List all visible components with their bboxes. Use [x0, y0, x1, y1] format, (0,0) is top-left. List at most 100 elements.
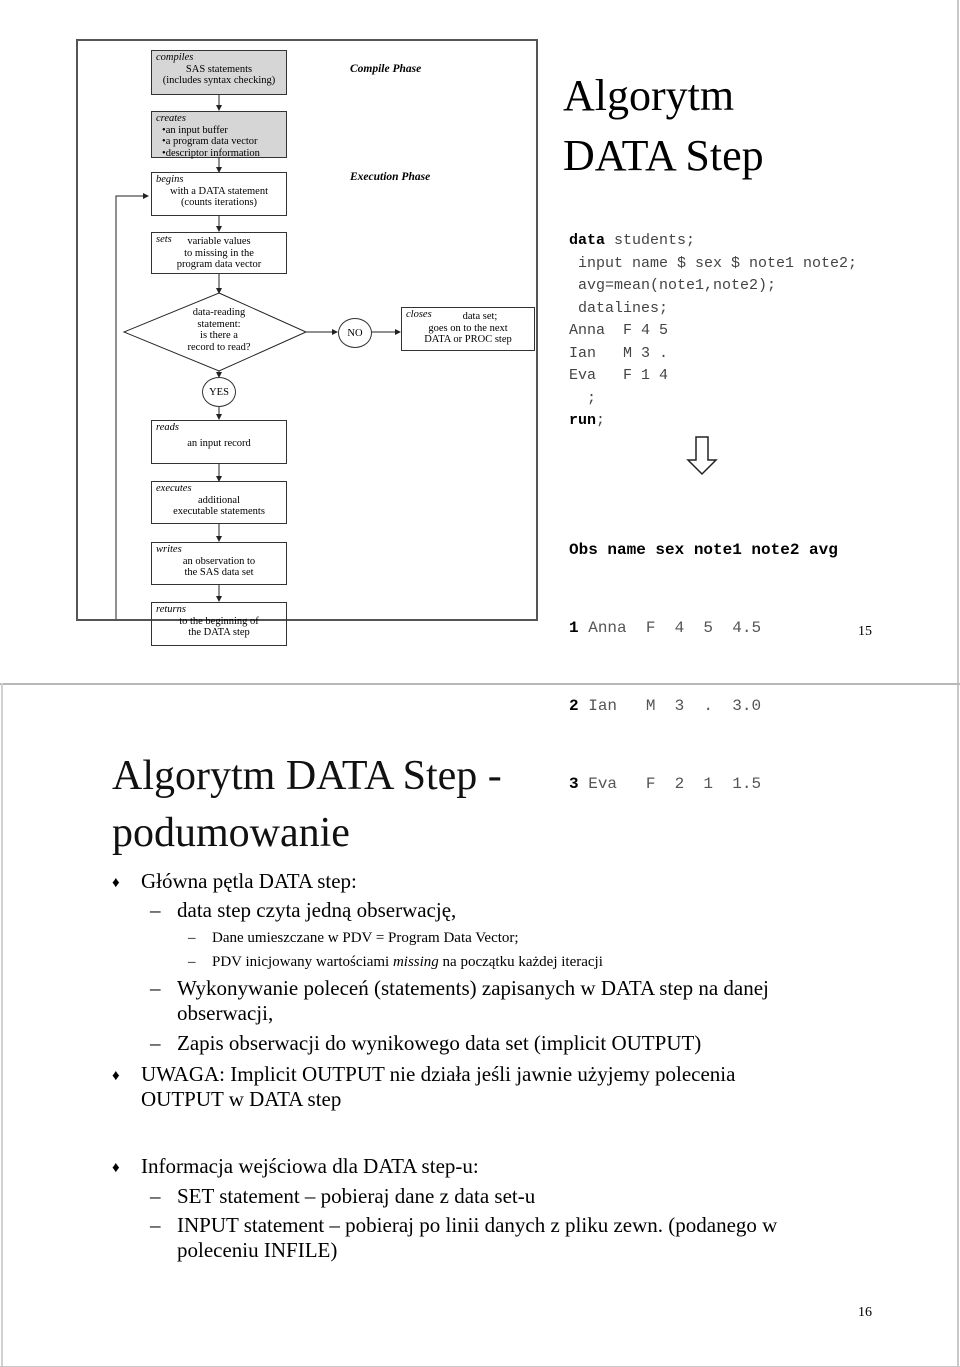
begins-line: (counts iterations) [180, 197, 258, 208]
title-line: Algorytm [563, 71, 735, 120]
closes-verb: closes [406, 309, 432, 320]
reads-box: reads an input record [151, 420, 287, 464]
bullet-write-observation: Zapis obserwacji do wynikowego data set … [177, 1031, 702, 1055]
code-line: datalines; [569, 299, 669, 317]
sets-line: variable values [187, 236, 251, 247]
row-values: Anna F 4 5 4.5 [578, 619, 762, 637]
output-row: 2 Ian M 3 . 3.0 [569, 693, 838, 719]
decision-diamond: data-reading statement: is there a recor… [164, 307, 274, 353]
slide-16-title: Algorytm DATA Step - podumowanie [112, 748, 502, 862]
yes-oval: YES [202, 377, 236, 407]
writes-line: an observation to [182, 555, 256, 567]
executes-line: executable statements [173, 506, 265, 517]
reads-line: an input record [187, 437, 251, 449]
code-line: Ian M 3 . [569, 344, 669, 362]
data-step-flowchart: Compile Phase Execution Phase compiles S… [76, 39, 538, 646]
output-table: Obs name sex note1 note2 avg 1 Anna F 4 … [569, 485, 838, 849]
sets-verb: sets [156, 234, 172, 245]
dash-bullet-icon: – [188, 930, 196, 946]
begins-verb: begins [156, 174, 184, 185]
bullet-main-loop: Główna pętla DATA step: [141, 869, 357, 893]
sas-code-block: data students; input name $ sex $ note1 … [569, 230, 857, 433]
decision-line: is there a [200, 330, 238, 341]
diamond-bullet-icon: ♦ [112, 875, 120, 891]
closes-box: closes data set; goes on to the next DAT… [401, 307, 535, 351]
code-line: Eva F 1 4 [569, 367, 669, 384]
obs-number: 1 [569, 619, 579, 637]
code-line: ; [569, 389, 597, 407]
code-line: data students; [569, 230, 857, 253]
executes-box: executes additional executable statement… [151, 481, 287, 524]
bullet-warning: UWAGA: Implicit OUTPUT nie działa jeśli … [141, 1062, 861, 1112]
executes-verb: executes [156, 483, 192, 494]
returns-verb: returns [156, 604, 186, 615]
output-row: 3 Eva F 2 1 1.5 [569, 771, 838, 797]
bullet-set-statement: SET statement – pobieraj dane z data set… [177, 1184, 536, 1208]
execution-phase-label: Execution Phase [350, 171, 431, 183]
reads-verb: reads [156, 422, 179, 433]
begins-line: with a DATA statement [169, 185, 269, 197]
creates-verb: creates [156, 113, 186, 124]
executes-line: additional [198, 494, 240, 506]
output-row: 1 Anna F 4 5 4.5 [569, 615, 838, 641]
code-keyword: data [569, 232, 606, 249]
output-header: Obs name sex note1 note2 avg [569, 537, 838, 563]
title-line: DATA Step [563, 131, 764, 180]
sets-line: program data vector [176, 259, 262, 270]
returns-line: to the beginning of [179, 615, 259, 627]
dash-bullet-icon: – [150, 1031, 161, 1055]
down-arrow-icon [686, 436, 718, 476]
sets-line: to missing in the [184, 247, 254, 259]
code-line: avg=mean(note1,note2); [569, 277, 777, 294]
compiles-verb: compiles [156, 52, 194, 63]
page-number: 15 [858, 624, 872, 639]
page-number: 16 [858, 1305, 872, 1320]
no-oval: NO [338, 318, 372, 348]
dash-bullet-icon: – [150, 1213, 161, 1237]
decision-line: record to read? [187, 341, 251, 353]
obs-number: 2 [569, 697, 579, 715]
compiles-box: compiles SAS statements (includes syntax… [151, 50, 287, 95]
returns-box: returns to the beginning of the DATA ste… [151, 602, 287, 646]
bullet-input-info: Informacja wejściowa dla DATA step-u: [141, 1154, 479, 1178]
code-line: run; [569, 410, 857, 433]
bullet-execute-statements: Wykonywanie poleceń (statements) zapisan… [177, 976, 837, 1026]
output-header-text: Obs name sex note1 note2 avg [569, 541, 838, 559]
text-line: OUTPUT w DATA step [141, 1087, 342, 1111]
code-line: Anna F 4 5 [569, 322, 669, 339]
compiles-line: SAS statements [185, 63, 253, 75]
page-edge-left [1, 683, 3, 1367]
creates-item: an input buffer [162, 125, 286, 137]
begins-box: begins with a DATA statement (counts ite… [151, 172, 287, 216]
diamond-bullet-icon: ♦ [112, 1160, 120, 1176]
bullet-reads-observation: data step czyta jedną obserwację, [177, 898, 457, 922]
dash-bullet-icon: – [150, 898, 161, 922]
text-line: UWAGA: Implicit OUTPUT nie działa jeśli … [141, 1062, 736, 1086]
diamond-bullet-icon: ♦ [112, 1068, 120, 1084]
sets-box: sets variable values to missing in the p… [151, 232, 287, 274]
code-line: input name $ sex $ note1 note2; [569, 254, 858, 272]
text-line: Wykonywanie poleceń (statements) zapisan… [177, 976, 769, 1000]
bullet-pdv-data: Dane umieszczane w PDV = Program Data Ve… [212, 930, 519, 946]
bullet-input-statement: INPUT statement – pobieraj po linii dany… [177, 1213, 857, 1263]
creates-list: an input buffer a program data vector de… [152, 125, 286, 160]
row-values: Ian M 3 . 3.0 [578, 697, 762, 715]
decision-line: data-reading [192, 307, 246, 318]
text-line: poleceniu INFILE) [177, 1238, 338, 1262]
code-text: students; [605, 232, 696, 249]
compile-phase-label: Compile Phase [350, 63, 422, 75]
writes-box: writes an observation to the SAS data se… [151, 542, 287, 585]
dash-bullet-icon: – [150, 1184, 161, 1208]
text-part: PDV inicjowany wartościami [212, 954, 393, 970]
bullet-pdv-init: PDV inicjowany wartościami missing na po… [212, 952, 603, 972]
title-line: podumowanie [112, 810, 350, 856]
decision-line: statement: [197, 318, 241, 330]
code-text: ; [596, 412, 606, 429]
text-emphasis: missing [392, 954, 439, 970]
creates-item: a program data vector [162, 136, 286, 148]
dash-bullet-icon: – [188, 954, 196, 970]
slide-15-title: Algorytm DATA Step [563, 66, 764, 186]
title-line: Algorytm DATA Step - [112, 753, 502, 799]
text-part: na początku każdej iteracji [438, 954, 603, 970]
row-values: Eva F 2 1 1.5 [578, 775, 762, 793]
